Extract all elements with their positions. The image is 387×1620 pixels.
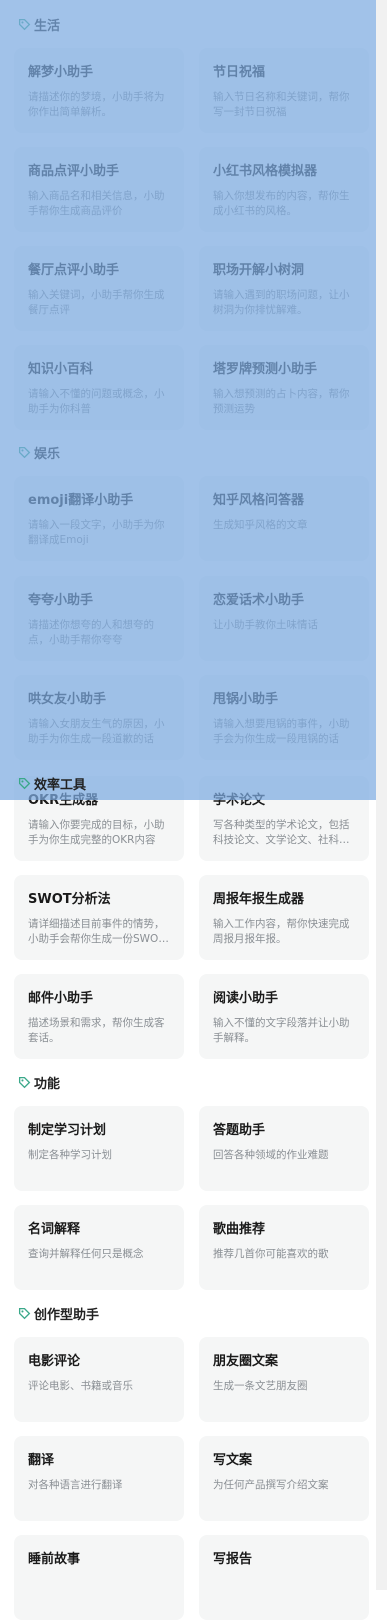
card-desc: 输入关键词，小助手帮你生成餐厅点评	[28, 289, 165, 316]
section-title-creative: 创作型助手	[18, 1303, 99, 1323]
assistant-card[interactable]: 知识小百科请输入不懂的问题或概念，小助手为你科普	[14, 345, 184, 430]
assistant-card[interactable]: 小红书风格模拟器输入你想发布的内容，帮你生成小红书的风格。	[199, 147, 369, 232]
tag-icon	[18, 1307, 31, 1319]
card-title: 职场开解小树洞	[213, 263, 305, 278]
card-title: 甩锅小助手	[213, 692, 279, 707]
card-title: SWOT分析法	[28, 892, 111, 907]
assistant-card[interactable]: 名词解释查询并解释任何只是概念	[14, 1205, 184, 1290]
card-desc: 请输入想要甩锅的事件，小助手会为你生成一段甩锅的话	[213, 718, 350, 745]
tag-icon	[18, 18, 31, 30]
card-title: 朋友圈文案	[213, 1354, 279, 1369]
card-title: 解梦小助手	[28, 65, 94, 80]
card-title: 答题助手	[213, 1123, 266, 1138]
scrollbar[interactable]	[376, 0, 387, 1590]
card-title: 夸夸小助手	[28, 593, 94, 608]
card-title: 知识小百科	[28, 362, 94, 377]
tag-icon	[18, 777, 31, 789]
card-desc: 生成知乎风格的文章	[213, 519, 308, 531]
section-title-life: 生活	[18, 14, 60, 34]
card-desc: 请描述你想夸的人和想夸的点，小助手帮你夸夸	[28, 619, 154, 646]
assistant-card[interactable]: SWOT分析法请详细描述目前事件的情势，小助手会帮你生成一份SWOT分析	[14, 875, 184, 960]
card-desc: 评论电影、书籍或音乐	[28, 1380, 133, 1392]
card-title: 恋爱话术小助手	[213, 593, 305, 608]
assistant-card[interactable]: 制定学习计划 制定各种学习计划	[14, 1106, 184, 1191]
assistant-card[interactable]: 恋爱话术小助手让小助手教你土味情话	[199, 576, 369, 661]
card-title: 知乎风格问答器	[213, 493, 305, 508]
card-desc: 输入商品名和相关信息，小助手帮你生成商品评价	[28, 190, 165, 217]
tag-icon	[18, 1076, 31, 1088]
card-desc: 请描述你的梦境，小助手将为你作出简单解析。	[28, 91, 165, 118]
card-desc: 推荐几首你可能喜欢的歌	[213, 1248, 329, 1260]
card-desc: 请输入女朋友生气的原因，小助手为你生成一段道歉的话	[28, 718, 165, 745]
section-title-efficiency: 效率工具	[18, 773, 86, 793]
section-title-function: 功能	[18, 1072, 60, 1092]
assistant-card[interactable]: 知乎风格问答器 生成知乎风格的文章	[199, 476, 369, 561]
card-title: 翻译	[28, 1453, 55, 1468]
tag-icon	[18, 446, 31, 458]
card-title: 写文案	[213, 1453, 253, 1468]
assistant-card[interactable]: 学术论文写各种类型的学术论文，包括科技论文、文学论文、社科论文	[199, 776, 369, 861]
card-desc: 输入想预测的占卜内容，帮你预测运势	[213, 388, 350, 415]
card-title: 邮件小助手	[28, 991, 94, 1006]
card-title: 阅读小助手	[213, 991, 279, 1006]
card-title: 写报告	[213, 1552, 253, 1567]
assistant-card[interactable]: 阅读小助手输入不懂的文字段落并让小助手解释。	[199, 974, 369, 1059]
assistant-card[interactable]: 睡前故事	[14, 1535, 184, 1620]
card-desc: 为任何产品撰写介绍文案	[213, 1479, 329, 1491]
card-desc: 请输入不懂的问题或概念，小助手为你科普	[28, 388, 165, 415]
card-desc: 输入你想发布的内容，帮你生成小红书的风格。	[213, 190, 350, 217]
card-title: OKR生成器	[28, 793, 99, 808]
assistant-card[interactable]: 甩锅小助手请输入想要甩锅的事件，小助手会为你生成一段甩锅的话	[199, 675, 369, 760]
card-desc: 生成一条文艺朋友圈	[213, 1380, 308, 1392]
card-desc: 查询并解释任何只是概念	[28, 1248, 144, 1260]
assistant-card[interactable]: 答题助手回答各种领域的作业难题	[199, 1106, 369, 1191]
assistant-card[interactable]: 朋友圈文案生成一条文艺朋友圈	[199, 1337, 369, 1422]
card-title: emoji翻译小助手	[28, 493, 134, 508]
assistant-card[interactable]: 夸夸小助手请描述你想夸的人和想夸的点，小助手帮你夸夸	[14, 576, 184, 661]
assistant-card[interactable]: 写报告	[199, 1535, 369, 1620]
section-title-fun: 娱乐	[18, 442, 60, 462]
assistant-card[interactable]: 餐厅点评小助手输入关键词，小助手帮你生成餐厅点评	[14, 246, 184, 331]
card-desc: 制定各种学习计划	[28, 1149, 112, 1161]
assistant-card[interactable]: 节日祝福输入节日名称和关键词，帮你写一封节日祝福	[199, 48, 369, 133]
card-title: 节日祝福	[213, 65, 266, 80]
card-title: 塔罗牌预测小助手	[213, 362, 318, 377]
card-desc: 回答各种领域的作业难题	[213, 1149, 329, 1161]
card-desc: 请输入你要完成的目标，小助手为你生成完整的OKR内容	[28, 819, 165, 846]
card-title: 哄女友小助手	[28, 692, 107, 707]
card-desc: 写各种类型的学术论文，包括科技论文、文学论文、社科论文	[213, 819, 350, 846]
assistant-card[interactable]: 电影评论评论电影、书籍或音乐	[14, 1337, 184, 1422]
card-desc: 输入不懂的文字段落并让小助手解释。	[213, 1017, 350, 1044]
assistant-card[interactable]: 歌曲推荐推荐几首你可能喜欢的歌	[199, 1205, 369, 1290]
card-title: 名词解释	[28, 1222, 81, 1237]
card-title: 餐厅点评小助手	[28, 263, 120, 278]
assistant-card[interactable]: 哄女友小助手请输入女朋友生气的原因，小助手为你生成一段道歉的话	[14, 675, 184, 760]
assistant-card[interactable]: 商品点评小助手输入商品名和相关信息，小助手帮你生成商品评价	[14, 147, 184, 232]
card-desc: 描述场景和需求，帮你生成客套话。	[28, 1017, 165, 1044]
assistant-card[interactable]: 写文案为任何产品撰写介绍文案	[199, 1436, 369, 1521]
assistant-card[interactable]: 翻译对各种语言进行翻译	[14, 1436, 184, 1521]
assistant-card[interactable]: 邮件小助手描述场景和需求，帮你生成客套话。	[14, 974, 184, 1059]
card-title: 歌曲推荐	[213, 1222, 266, 1237]
assistant-card[interactable]: 职场开解小树洞请输入遇到的职场问题，让小树洞为你排忧解难。	[199, 246, 369, 331]
card-desc: 请输入遇到的职场问题，让小树洞为你排忧解难。	[213, 289, 350, 316]
assistant-card[interactable]: 解梦小助手请描述你的梦境，小助手将为你作出简单解析。	[14, 48, 184, 133]
card-title: 睡前故事	[28, 1552, 81, 1567]
card-title: 商品点评小助手	[28, 164, 120, 179]
card-title: 周报年报生成器	[213, 892, 305, 907]
card-title: 小红书风格模拟器	[213, 164, 318, 179]
card-desc: 对各种语言进行翻译	[28, 1479, 123, 1491]
assistant-card[interactable]: 塔罗牌预测小助手输入想预测的占卜内容，帮你预测运势	[199, 345, 369, 430]
card-desc: 让小助手教你土味情话	[213, 619, 318, 631]
assistant-card[interactable]: emoji翻译小助手请输入一段文字，小助手为你翻译成Emoji	[14, 476, 184, 561]
assistant-card[interactable]: 周报年报生成器输入工作内容，帮你快速完成周报月报年报。	[199, 875, 369, 960]
card-title: 电影评论	[28, 1354, 81, 1369]
card-desc: 输入工作内容，帮你快速完成周报月报年报。	[213, 918, 350, 945]
card-title: 制定学习计划	[28, 1123, 107, 1138]
card-desc: 输入节日名称和关键词，帮你写一封节日祝福	[213, 91, 350, 118]
card-desc: 请输入一段文字，小助手为你翻译成Emoji	[28, 519, 165, 546]
card-desc: 请详细描述目前事件的情势，小助手会帮你生成一份SWOT分析	[28, 918, 165, 945]
card-title: 学术论文	[213, 793, 266, 808]
